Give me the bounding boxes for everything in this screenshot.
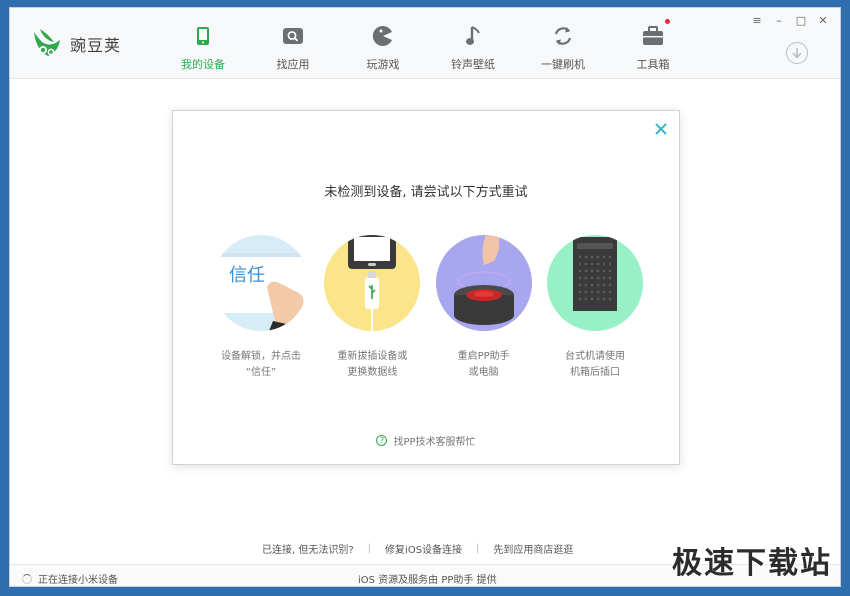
step-text: 重新拔插设备或 更换数据线 — [337, 351, 408, 378]
no-device-dialog: 未检测到设备, 请尝试以下方式重试 信任 设备解锁，并点击 “信任” 重新拔插设… — [172, 110, 680, 465]
trust-label-text: 信任 — [229, 265, 265, 286]
refresh-icon — [551, 24, 575, 48]
repair-ios-link[interactable]: 修复iOS设备连接 — [385, 541, 462, 556]
dialog-close-button[interactable] — [654, 121, 668, 135]
app-logo[interactable]: 豌豆荚 — [30, 26, 121, 62]
browse-store-link[interactable]: 先到应用商店逛逛 — [493, 541, 573, 556]
top-bar: 豌豆荚 我的设备 找应用 玩游戏 铃声壁纸 一键刷机 工具箱 ≡ – □ ✕ — [10, 8, 840, 79]
step-text: 台式机请使用 机箱后插口 — [564, 351, 625, 378]
minimize-button[interactable]: – — [772, 13, 786, 27]
music-note-icon — [461, 24, 485, 48]
download-manager-button[interactable] — [786, 42, 808, 64]
close-icon — [655, 123, 667, 135]
desktop-case-icon — [546, 235, 643, 331]
nav-play-games[interactable]: 玩游戏 — [338, 8, 428, 79]
loading-spinner-icon — [22, 573, 32, 584]
trust-prompt-icon: 信任 — [213, 235, 309, 331]
game-icon — [371, 24, 395, 48]
app-window: 豌豆荚 我的设备 找应用 玩游戏 铃声壁纸 一键刷机 工具箱 ≡ – □ ✕ 已… — [9, 7, 841, 587]
maximize-button[interactable]: □ — [794, 13, 808, 27]
question-icon: ? — [376, 435, 388, 446]
step-restart: 重启PP助手 或电脑 — [435, 235, 532, 381]
nav-ringtones-wallpapers[interactable]: 铃声壁纸 — [428, 8, 518, 79]
service-provider-text: iOS 资源及服务由 PP助手 提供 — [358, 575, 497, 586]
step-text: 重启PP助手 或电脑 — [457, 351, 510, 378]
step-rear-port: 台式机请使用 机箱后插口 — [546, 235, 643, 381]
nav-label: 铃声壁纸 — [451, 58, 495, 71]
notification-badge — [665, 19, 670, 24]
site-watermark: 极速下载站 — [672, 546, 832, 581]
search-icon — [281, 24, 305, 48]
support-help-text: 找PP技术客服帮忙 — [393, 437, 476, 448]
close-window-button[interactable]: ✕ — [816, 13, 830, 27]
nav-label: 找应用 — [276, 58, 310, 71]
nav-label: 一键刷机 — [541, 58, 585, 71]
step-trust-device: 信任 设备解锁，并点击 “信任” — [213, 235, 309, 381]
download-arrow-icon — [792, 48, 802, 59]
link-divider: | — [476, 543, 480, 554]
toolbox-icon — [641, 24, 665, 48]
usb-cable-icon — [324, 235, 421, 331]
nav-label: 我的设备 — [181, 58, 225, 71]
nav-my-device[interactable]: 我的设备 — [158, 8, 248, 79]
pea-logo-icon — [30, 26, 64, 62]
nav-find-apps[interactable]: 找应用 — [248, 8, 338, 79]
link-divider: | — [367, 543, 372, 554]
app-name: 豌豆荚 — [70, 36, 122, 55]
nav-label: 工具箱 — [636, 58, 670, 71]
step-replug-cable: 重新拔插设备或 更换数据线 — [324, 235, 421, 381]
main-nav: 我的设备 找应用 玩游戏 铃声壁纸 一键刷机 工具箱 — [158, 8, 698, 79]
cannot-recognize-link[interactable]: 已连接, 但无法识别? — [262, 541, 354, 556]
support-help-link[interactable]: ? 找PP技术客服帮忙 — [173, 433, 679, 448]
restart-button-icon — [435, 235, 532, 331]
nav-one-click-flash[interactable]: 一键刷机 — [518, 8, 608, 79]
phone-icon — [191, 24, 215, 48]
window-controls: ≡ – □ ✕ — [750, 13, 830, 27]
step-text: 设备解锁，并点击 “信任” — [221, 351, 301, 378]
menu-button[interactable]: ≡ — [750, 13, 764, 27]
nav-label: 玩游戏 — [366, 58, 400, 71]
nav-toolbox[interactable]: 工具箱 — [608, 8, 698, 79]
dialog-title: 未检测到设备, 请尝试以下方式重试 — [324, 185, 528, 200]
footer-links: 已连接, 但无法识别? | 修复iOS设备连接 | 先到应用商店逛逛 — [262, 541, 573, 556]
connection-status-text: 正在连接小米设备 — [38, 575, 118, 586]
troubleshoot-steps: 信任 设备解锁，并点击 “信任” 重新拔插设备或 更换数据线 重启PP助手 或电… — [213, 235, 643, 381]
connection-status: 正在连接小米设备 — [22, 571, 118, 586]
